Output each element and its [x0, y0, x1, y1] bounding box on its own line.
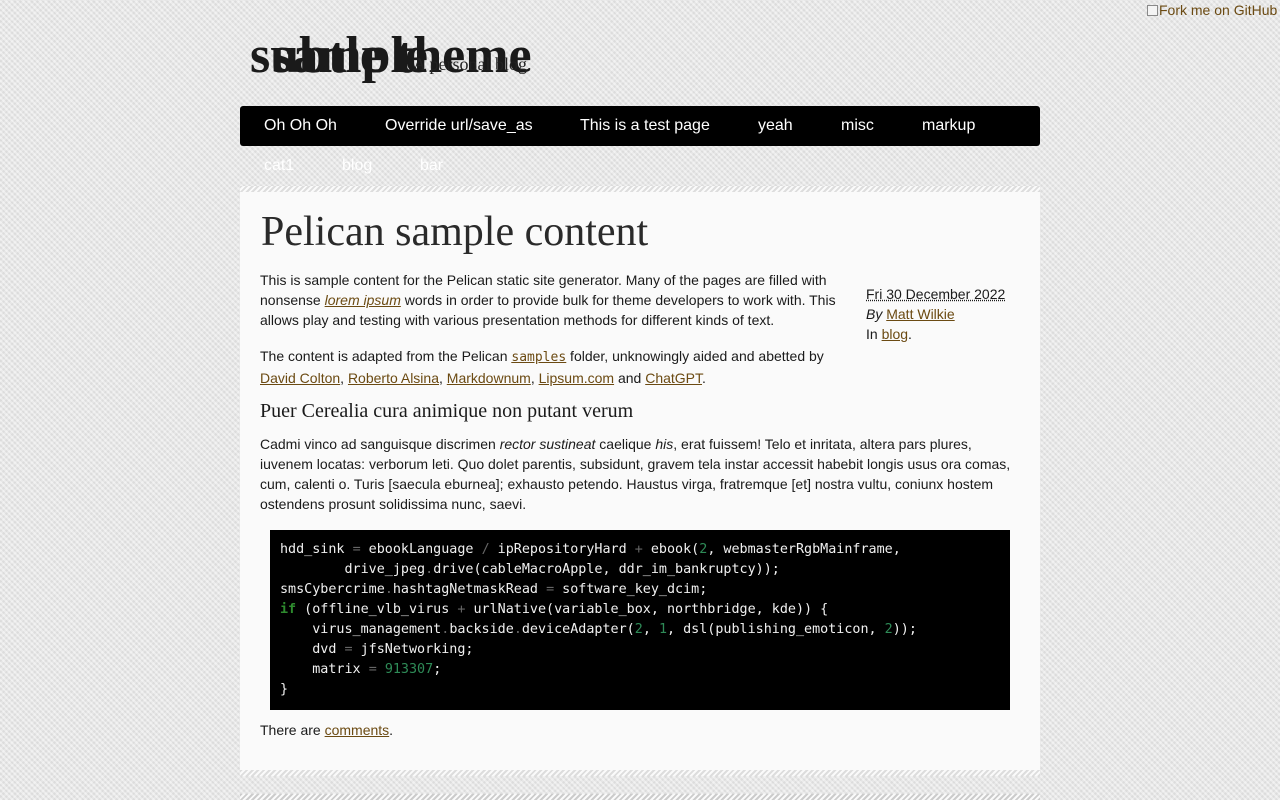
lorem-ipsum-link[interactable]: lorem ipsum — [325, 292, 401, 308]
separator: , — [340, 370, 348, 386]
fork-me-on-github-text: Fork me on GitHub — [1159, 2, 1278, 18]
lorem-text-2: caelique — [595, 436, 656, 452]
lorem-paragraph: Cadmi vinco ad sanguisque discrimen rect… — [260, 434, 1020, 514]
category-item-cat1[interactable]: cat1 — [264, 157, 294, 175]
lorem-emphasis-2: his — [655, 436, 674, 452]
article-meta: Fri 30 December 2022 By Matt Wilkie In b… — [866, 284, 1016, 344]
code-block: hdd_sink = ebookLanguage / ipRepositoryH… — [270, 530, 1010, 710]
publish-date: Fri 30 December 2022 — [866, 286, 1006, 302]
broken-image-icon — [1146, 4, 1158, 16]
by-label: By — [866, 306, 883, 322]
comments-text: There are — [260, 722, 325, 738]
credits-text: The content is adapted from the Pelican — [260, 348, 512, 364]
in-label: In — [866, 326, 878, 342]
credit-link-markdownum[interactable]: Markdownum — [447, 370, 531, 386]
credits-text-cont: folder, unknowingly aided and abetted by — [566, 348, 824, 364]
comments-paragraph: There are comments. — [260, 720, 393, 740]
author-link[interactable]: Matt Wilkie — [886, 306, 954, 322]
section-heading: Puer Cerealia cura animique non putant v… — [260, 400, 634, 422]
period: . — [702, 370, 706, 386]
separator: , — [439, 370, 447, 386]
fork-me-on-github-link[interactable]: Fork me on GitHub — [1146, 2, 1277, 18]
menu-item-yeah[interactable]: yeah — [758, 117, 793, 135]
menu-item-oh-oh-oh[interactable]: Oh Oh Oh — [264, 117, 337, 135]
comments-link[interactable]: comments — [325, 722, 390, 738]
and-text: and — [614, 370, 646, 386]
period: . — [389, 722, 394, 738]
main-menu: Oh Oh Oh Override url/save_as This is a … — [240, 106, 1040, 146]
credit-link-lipsum[interactable]: Lipsum.com — [539, 370, 614, 386]
separator: , — [530, 370, 539, 386]
category-item-blog[interactable]: blog — [342, 157, 372, 175]
category-item-bar[interactable]: bar — [420, 157, 443, 175]
credit-link-chatgpt[interactable]: ChatGPT — [645, 370, 702, 386]
lorem-emphasis-1: rector sustineat — [499, 436, 596, 452]
site-subtitle: A personal blog. — [413, 54, 532, 74]
menu-item-markup[interactable]: markup — [922, 117, 975, 135]
menu-item-override-url[interactable]: Override url/save_as — [385, 117, 533, 135]
site-header: sample subtle theme A personal blog. — [250, 20, 850, 100]
category-link[interactable]: blog — [882, 326, 908, 342]
category-menu: cat1 blog bar — [240, 146, 1040, 186]
meta-period: . — [908, 326, 912, 342]
credit-link-roberto-alsina[interactable]: Roberto Alsina — [348, 370, 439, 386]
samples-link[interactable]: samples — [511, 348, 566, 365]
article-credits-paragraph: The content is adapted from the Pelican … — [260, 346, 845, 388]
article-content: Pelican sample content This is sample co… — [240, 186, 1040, 776]
article-intro-paragraph: This is sample content for the Pelican s… — [260, 270, 845, 330]
article-title: Pelican sample content — [261, 209, 649, 255]
lorem-text-1: Cadmi vinco ad sanguisque discrimen — [260, 436, 500, 452]
footer-border — [240, 794, 1040, 800]
menu-item-test-page[interactable]: This is a test page — [580, 117, 710, 135]
credit-link-david-colton[interactable]: David Colton — [260, 370, 340, 386]
menu-item-misc[interactable]: misc — [841, 117, 874, 135]
code-content: hdd_sink = ebookLanguage / ipRepositoryH… — [280, 542, 917, 697]
